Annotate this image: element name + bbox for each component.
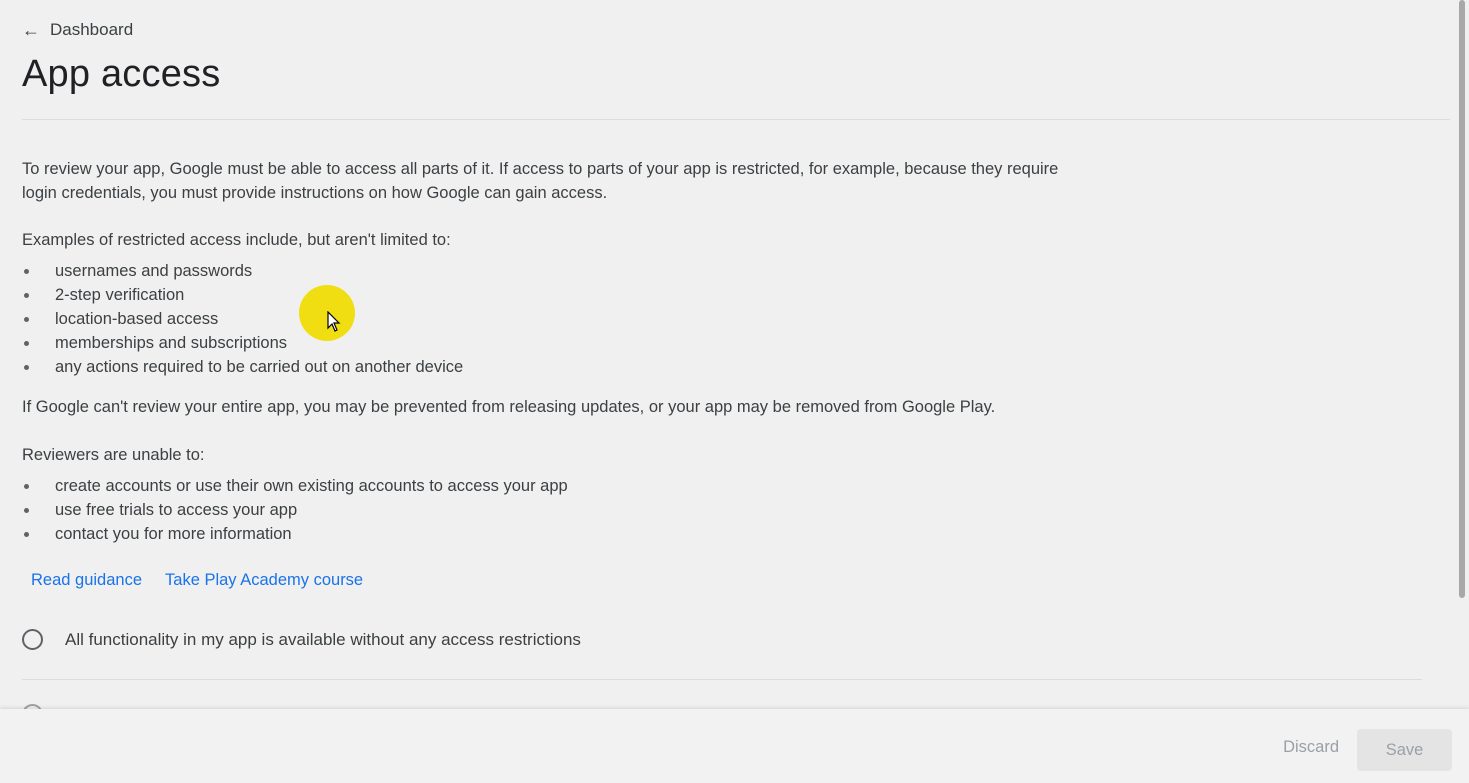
radio-unchecked-icon[interactable] [22, 629, 43, 650]
list-item: any actions required to be carried out o… [22, 355, 463, 379]
bullet-icon [24, 269, 29, 274]
footer-bar: Discard Save [0, 709, 1469, 783]
list-item-text: 2-step verification [55, 286, 185, 304]
bullet-icon [24, 508, 29, 513]
list-item: 2-step verification [22, 283, 463, 307]
examples-list: usernames and passwords 2-step verificat… [22, 259, 463, 379]
list-item-text: contact you for more information [55, 525, 292, 543]
list-item: use free trials to access your app [22, 498, 568, 522]
bullet-icon [24, 532, 29, 537]
reviewers-list: create accounts or use their own existin… [22, 474, 568, 546]
bullet-icon [24, 317, 29, 322]
list-item-text: any actions required to be carried out o… [55, 358, 464, 376]
list-item: memberships and subscriptions [22, 331, 463, 355]
intro-text: To review your app, Google must be able … [22, 160, 1059, 202]
bullet-icon [24, 293, 29, 298]
list-item: location-based access [22, 307, 463, 331]
list-item-text: usernames and passwords [55, 262, 253, 280]
vertical-scrollbar[interactable] [1459, 0, 1465, 598]
list-item-text: use free trials to access your app [55, 501, 298, 519]
help-links: Read guidance Take Play Academy course [31, 571, 363, 590]
options-divider [22, 679, 1422, 680]
bullet-icon [24, 484, 29, 489]
title-divider [22, 119, 1450, 120]
back-to-dashboard-link[interactable]: ← Dashboard [22, 20, 133, 40]
play-academy-link[interactable]: Take Play Academy course [165, 571, 363, 590]
bullet-icon [24, 341, 29, 346]
warning-text: If Google can't review your entire app, … [22, 398, 996, 416]
save-button[interactable]: Save [1357, 729, 1452, 771]
discard-button[interactable]: Discard [1283, 738, 1339, 757]
read-guidance-link[interactable]: Read guidance [31, 571, 142, 590]
app-access-page: ← Dashboard App access To review your ap… [0, 0, 1469, 783]
list-item: create accounts or use their own existin… [22, 474, 568, 498]
list-item-text: create accounts or use their own existin… [55, 477, 568, 495]
examples-heading: Examples of restricted access include, b… [22, 231, 451, 249]
list-item-text: location-based access [55, 310, 219, 328]
list-item: contact you for more information [22, 522, 568, 546]
option-no-restrictions[interactable]: All functionality in my app is available… [22, 629, 581, 650]
option-label: All functionality in my app is available… [65, 629, 581, 649]
arrow-left-icon: ← [22, 20, 40, 40]
page-title: App access [22, 53, 221, 95]
list-item-text: memberships and subscriptions [55, 334, 288, 352]
bullet-icon [24, 365, 29, 370]
back-link-label: Dashboard [50, 20, 134, 39]
reviewers-heading: Reviewers are unable to: [22, 446, 205, 464]
list-item: usernames and passwords [22, 259, 463, 283]
